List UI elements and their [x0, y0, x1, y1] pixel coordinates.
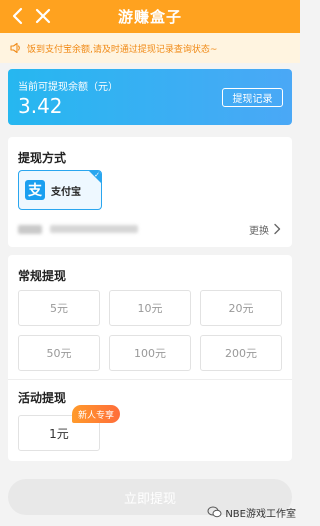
balance-card: 当前可提现余额（元） 3.42 提现记录	[8, 69, 292, 125]
change-method-link[interactable]: 更换	[249, 222, 282, 237]
amount-option-100[interactable]: 100元	[109, 335, 191, 371]
new-user-badge: 新人专享	[72, 405, 121, 423]
withdraw-record-button[interactable]: 提现记录	[222, 88, 283, 107]
wechat-icon	[207, 506, 222, 518]
withdraw-amount-section: 常规提现 5元 10元 20元 50元 100元 200元 活动提现 1元 新人…	[8, 255, 292, 461]
notice-text: 饭到支付宝余额,请及时通过提现记录查询状态~	[27, 44, 218, 55]
balance-label: 当前可提现余额（元）	[18, 82, 118, 93]
chevron-right-icon	[274, 223, 281, 235]
change-label: 更换	[249, 225, 269, 237]
alipay-label: 支付宝	[51, 186, 81, 198]
alipay-icon: 支	[25, 180, 45, 200]
page-title: 游赚盒子	[117, 8, 182, 26]
watermark: NBE游戏工作室	[207, 504, 296, 520]
close-icon[interactable]	[33, 6, 53, 26]
amount-option-5[interactable]: 5元	[18, 290, 100, 326]
withdraw-method-title: 提现方式	[18, 151, 67, 165]
notice-bar: 饭到支付宝余额,请及时通过提现记录查询状态~	[0, 33, 300, 63]
blurred-account-number	[50, 225, 138, 233]
app-header: 游赚盒子	[0, 0, 300, 33]
chevron-left-icon[interactable]	[8, 6, 28, 26]
regular-withdraw-title: 常规提现	[18, 269, 67, 283]
amount-option-50[interactable]: 50元	[18, 335, 100, 371]
alipay-option[interactable]: 支 支付宝 ✓	[18, 170, 102, 210]
account-row: 更换	[18, 221, 282, 237]
amount-option-200[interactable]: 200元	[200, 335, 282, 371]
speaker-icon	[10, 42, 20, 54]
amount-option-10[interactable]: 10元	[109, 290, 191, 326]
amount-option-20[interactable]: 20元	[200, 290, 282, 326]
activity-withdraw-title: 活动提现	[18, 391, 67, 405]
watermark-text: NBE游戏工作室	[225, 508, 296, 520]
withdraw-method-section: 提现方式 支 支付宝 ✓ 更换	[8, 137, 292, 247]
balance-amount: 3.42	[18, 94, 63, 118]
section-divider	[8, 379, 292, 380]
blurred-account-name	[18, 224, 42, 234]
check-icon: ✓	[94, 171, 100, 179]
